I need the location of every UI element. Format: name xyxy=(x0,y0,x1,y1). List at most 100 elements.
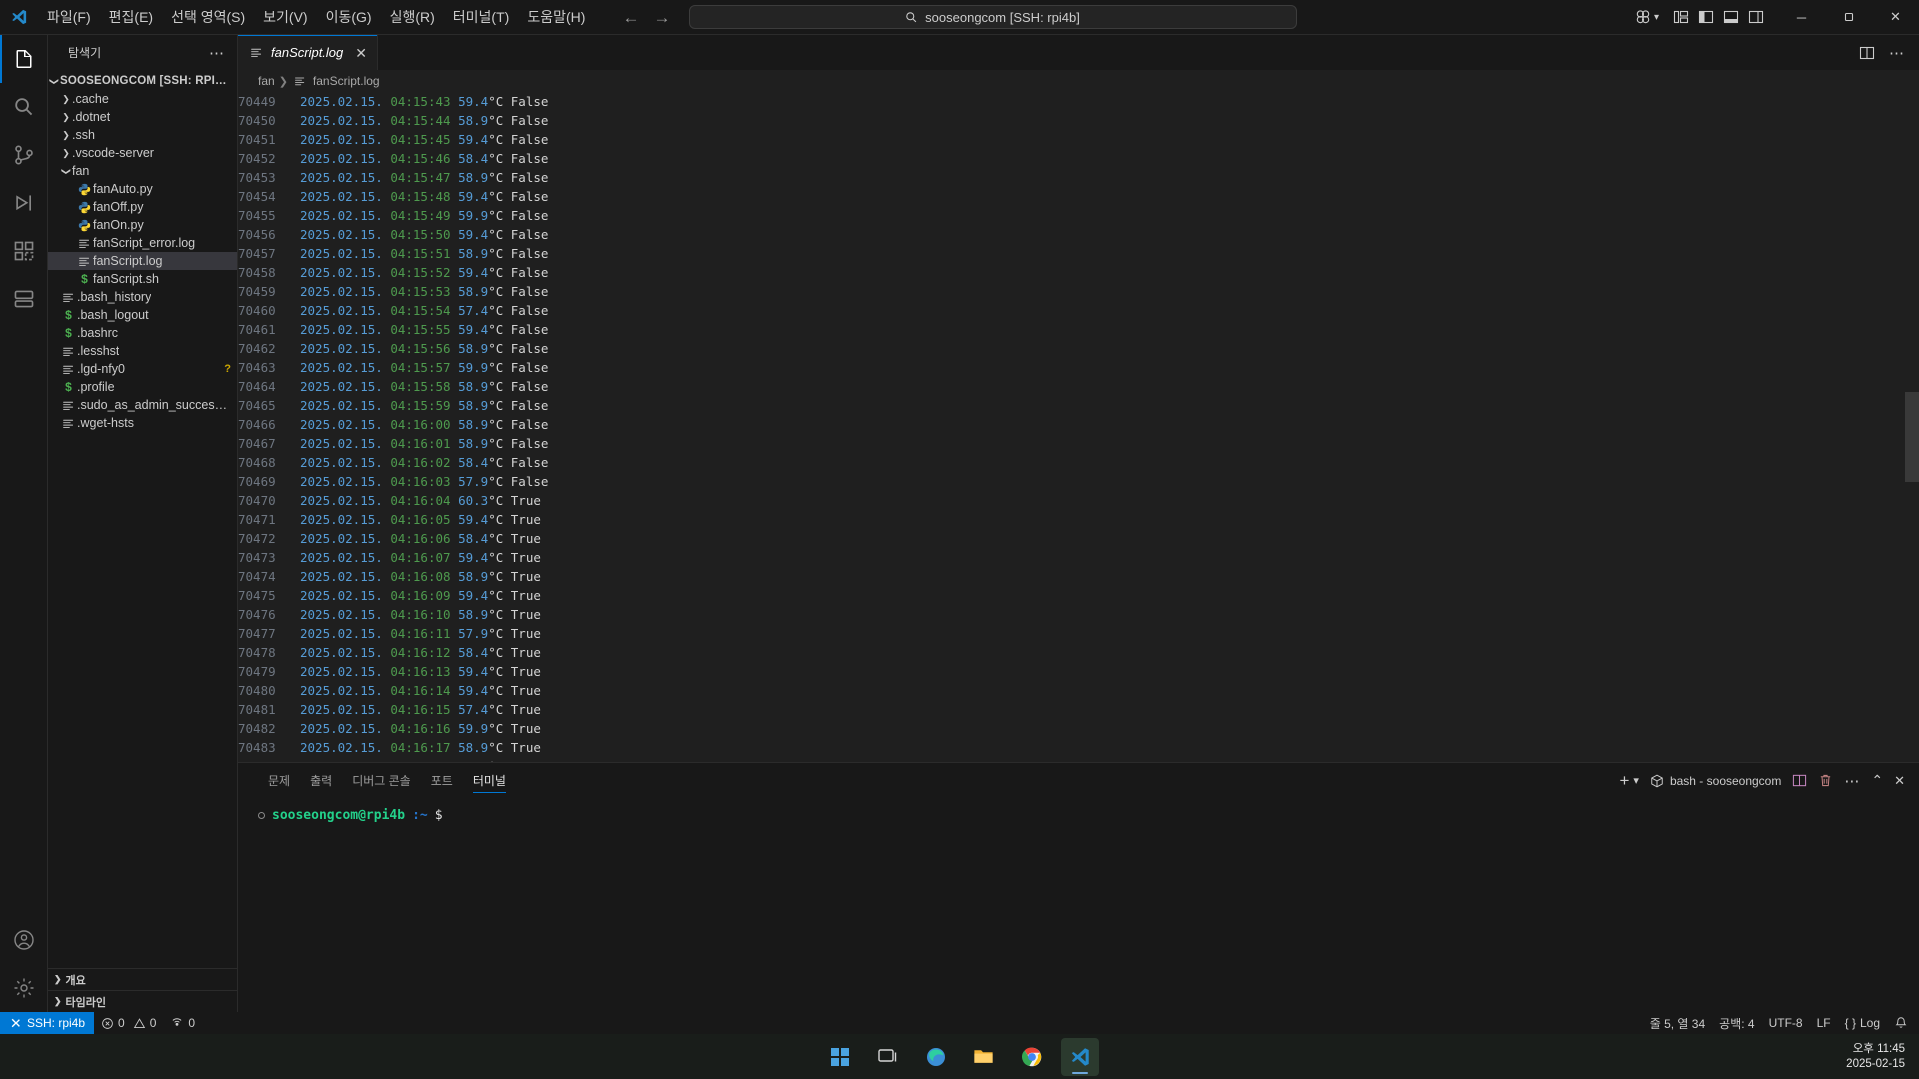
panel-tab-debug-console[interactable]: 디버그 콘솔 xyxy=(342,763,421,798)
taskbar-edge[interactable] xyxy=(917,1038,955,1076)
tree-item-wget-hsts[interactable]: .wget-hsts xyxy=(48,414,237,432)
panel-tab-output[interactable]: 출력 xyxy=(300,763,342,798)
status-indentation[interactable]: 공백: 4 xyxy=(1712,1012,1761,1034)
log-date: 2025.02.15. xyxy=(300,113,383,128)
tree-item-fanscript-log[interactable]: fanScript.log xyxy=(48,252,237,270)
status-language-mode[interactable]: { } Log xyxy=(1838,1012,1887,1034)
tree-item-dotnet[interactable]: ❯ .dotnet xyxy=(48,108,237,126)
arrow-right-icon[interactable]: → xyxy=(654,9,671,26)
terminal-instance-label: bash - sooseongcom xyxy=(1669,773,1782,788)
close-icon[interactable]: ✕ xyxy=(355,46,367,60)
status-notifications[interactable] xyxy=(1887,1012,1915,1034)
tree-item-fan[interactable]: ❯ fan xyxy=(48,162,237,180)
log-date: 2025.02.15. xyxy=(300,550,383,565)
command-center[interactable]: sooseongcom [SSH: rpi4b] xyxy=(688,5,1297,29)
chevron-down-icon[interactable]: ▾ xyxy=(1633,774,1639,787)
activity-explorer[interactable] xyxy=(0,35,48,83)
tree-item-fanauto-py[interactable]: fanAuto.py xyxy=(48,180,237,198)
menu-run[interactable]: 실행(R) xyxy=(381,0,444,34)
tree-item-fanscript-error-log[interactable]: fanScript_error.log xyxy=(48,234,237,252)
taskbar-vscode[interactable] xyxy=(1060,1037,1099,1076)
sidebar-more-actions-icon[interactable]: ⋯ xyxy=(205,44,229,62)
tree-item-bash-logout[interactable]: $ .bash_logout xyxy=(48,306,237,324)
breadcrumb-folder[interactable]: fan xyxy=(258,74,275,88)
toggle-primary-sidebar-icon[interactable] xyxy=(1698,9,1714,25)
maximize-button[interactable] xyxy=(1825,0,1872,34)
tree-item-profile[interactable]: $ .profile xyxy=(48,378,237,396)
close-button[interactable]: ✕ xyxy=(1872,0,1919,34)
more-actions-icon[interactable]: ⋯ xyxy=(1889,44,1905,62)
taskbar-chrome[interactable] xyxy=(1013,1038,1051,1076)
trash-icon[interactable] xyxy=(1818,773,1833,788)
split-editor-icon[interactable] xyxy=(1859,45,1875,61)
accounts-menu[interactable]: ▾ xyxy=(1627,0,1667,34)
tree-item-lgd-nfy0[interactable]: .lgd-nfy0 ? xyxy=(48,360,237,378)
log-unit: °C xyxy=(488,322,504,337)
minimize-button[interactable]: ─ xyxy=(1778,0,1825,34)
chevron-down-icon: ❯ xyxy=(61,167,72,175)
breadcrumb-file[interactable]: fanScript.log xyxy=(292,74,380,88)
status-problems[interactable]: 0 0 xyxy=(94,1012,163,1034)
tree-item-bashrc[interactable]: $ .bashrc xyxy=(48,324,237,342)
menu-selection[interactable]: 선택 영역(S) xyxy=(162,0,254,34)
activity-scm[interactable] xyxy=(0,131,48,179)
menu-help[interactable]: 도움말(H) xyxy=(518,0,594,34)
activity-settings[interactable] xyxy=(0,964,48,1012)
menu-edit[interactable]: 편집(E) xyxy=(100,0,162,34)
taskbar-clock[interactable]: 오후 11:45 2025-02-15 xyxy=(1846,1034,1905,1079)
activity-debug[interactable] xyxy=(0,179,48,227)
code-line: 70463 2025.02.15. 04:15:57 59.9 °C False xyxy=(238,358,1919,377)
tree-item-fanon-py[interactable]: fanOn.py xyxy=(48,216,237,234)
new-terminal-icon[interactable]: + xyxy=(1619,771,1629,791)
menu-file[interactable]: 파일(F) xyxy=(38,0,100,34)
code-editor[interactable]: 70449 2025.02.15. 04:15:43 59.4 °C False 70… xyxy=(238,92,1919,762)
tree-root-sooseongcom[interactable]: ❯ SOOSEONGCOM [SSH: RPI4B] xyxy=(48,72,237,90)
status-eol[interactable]: LF xyxy=(1810,1012,1838,1034)
sidebar-section-timeline[interactable]: ❯ 타임라인 xyxy=(48,990,237,1012)
toggle-secondary-sidebar-icon[interactable] xyxy=(1748,9,1764,25)
taskbar-task-view[interactable] xyxy=(869,1038,907,1076)
menu-view[interactable]: 보기(V) xyxy=(254,0,316,34)
arrow-left-icon[interactable]: ← xyxy=(623,9,640,26)
panel-tab-problems[interactable]: 문제 xyxy=(258,763,300,798)
terminal-instance[interactable]: bash - sooseongcom xyxy=(1650,774,1781,788)
tree-item-ssh[interactable]: ❯ .ssh xyxy=(48,126,237,144)
sidebar: 탐색기 ⋯ ❯ SOOSEONGCOM [SSH: RPI4B] ❯ .cach… xyxy=(48,35,238,1012)
split-terminal-icon[interactable] xyxy=(1792,773,1807,788)
tree-item-lesshst[interactable]: .lesshst xyxy=(48,342,237,360)
menu-terminal[interactable]: 터미널(T) xyxy=(444,0,519,34)
tree-item-fanscript-sh[interactable]: $ fanScript.sh xyxy=(48,270,237,288)
menu-go[interactable]: 이동(G) xyxy=(317,0,381,34)
panel-tab-ports[interactable]: 포트 xyxy=(421,763,463,798)
editor-tab-fanscript-log[interactable]: fanScript.log ✕ xyxy=(238,35,378,70)
customize-layout-icon[interactable] xyxy=(1673,9,1689,25)
activity-search[interactable] xyxy=(0,83,48,131)
panel-tab-terminal[interactable]: 터미널 xyxy=(463,763,516,798)
tree-item-vscode-server[interactable]: ❯ .vscode-server xyxy=(48,144,237,162)
edge-icon xyxy=(926,1047,945,1066)
terminal-body[interactable]: sooseongcom@rpi4b:~ $ xyxy=(238,798,1919,1012)
editor-scrollbar[interactable] xyxy=(1905,92,1919,762)
close-panel-icon[interactable]: ✕ xyxy=(1894,773,1905,789)
more-actions-icon[interactable]: ⋯ xyxy=(1844,772,1860,790)
activity-accounts[interactable] xyxy=(0,916,48,964)
editor-scrollbar-thumb[interactable] xyxy=(1905,392,1919,482)
taskbar-start[interactable] xyxy=(821,1038,859,1076)
log-temperature: 59.4 xyxy=(458,683,489,698)
status-remote-indicator[interactable]: SSH: rpi4b xyxy=(0,1012,95,1034)
code-line: 70454 2025.02.15. 04:15:48 59.4 °C False xyxy=(238,187,1919,206)
tree-item-sudo-as-admin-successful[interactable]: .sudo_as_admin_successful xyxy=(48,396,237,414)
tree-item-cache[interactable]: ❯ .cache xyxy=(48,90,237,108)
activity-extensions[interactable] xyxy=(0,227,48,275)
activity-remote[interactable] xyxy=(0,275,48,323)
status-encoding[interactable]: UTF-8 xyxy=(1762,1012,1810,1034)
tree-item-bash-history[interactable]: .bash_history xyxy=(48,288,237,306)
log-temperature: 59.4 xyxy=(458,227,489,242)
maximize-panel-icon[interactable]: ⌃ xyxy=(1871,772,1883,789)
taskbar-file-explorer[interactable] xyxy=(965,1038,1003,1076)
sidebar-section-outline[interactable]: ❯ 개요 xyxy=(48,968,237,990)
status-cursor-position[interactable]: 줄 5, 열 34 xyxy=(1643,1012,1712,1034)
toggle-panel-icon[interactable] xyxy=(1723,9,1739,25)
tree-item-fanoff-py[interactable]: fanOff.py xyxy=(48,198,237,216)
status-ports[interactable]: 0 xyxy=(163,1012,202,1034)
